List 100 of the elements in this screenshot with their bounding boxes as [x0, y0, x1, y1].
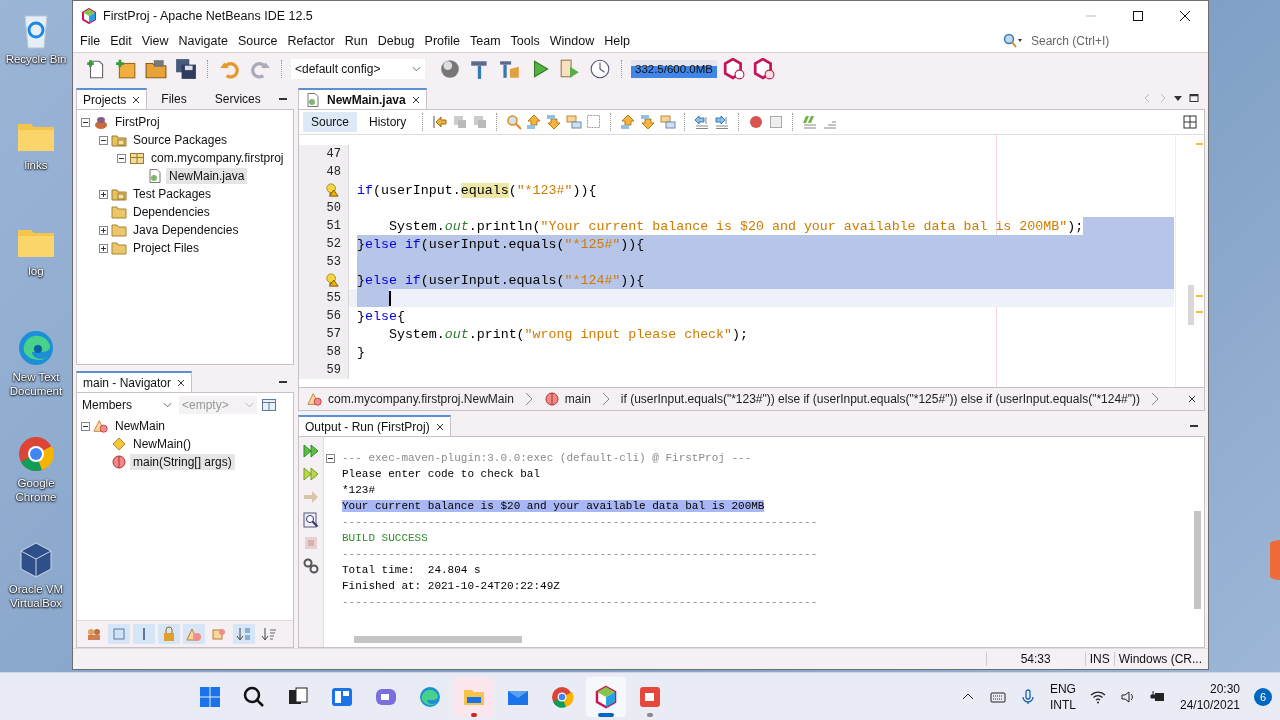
menu-item[interactable]: Profile — [423, 34, 467, 48]
tree-item[interactable]: NewMain.java — [166, 168, 248, 184]
gc-icon[interactable] — [723, 58, 745, 80]
chevron-right-icon[interactable] — [524, 392, 533, 406]
chrome-icon[interactable] — [16, 434, 56, 474]
menu-item[interactable]: Run — [343, 34, 375, 48]
new-project-icon[interactable] — [115, 58, 137, 80]
arrow-down-icon[interactable] — [546, 114, 563, 130]
tree-item[interactable]: com.mycompany.firstproj — [148, 150, 287, 166]
input-language[interactable]: ENG INTL — [1049, 680, 1076, 713]
panel-tab[interactable]: Services — [200, 88, 275, 109]
collapse-icon[interactable] — [117, 153, 126, 163]
record-icon[interactable] — [637, 684, 662, 709]
file-tab[interactable]: NewMain.java — [298, 88, 427, 109]
floppy-disk-icon[interactable] — [175, 58, 197, 80]
shapes-icon[interactable] — [566, 114, 583, 130]
menu-item[interactable]: Source — [236, 34, 285, 48]
windows-logo-icon[interactable] — [197, 684, 222, 709]
view-tab[interactable]: Source — [303, 112, 358, 132]
expand-icon[interactable] — [99, 243, 108, 253]
speaker-icon[interactable] — [1119, 688, 1136, 705]
breadcrumb[interactable]: if (userInput.equals("*123#")) else if (userInput.equals("*125#")) else if (userInput.equals("*124#")) — [620, 392, 1140, 406]
menu-item[interactable]: Team — [469, 34, 508, 48]
shift-right-icon[interactable] — [714, 114, 731, 130]
microphone-icon[interactable] — [1019, 688, 1036, 705]
view-tab[interactable]: History — [361, 112, 415, 132]
tree-item[interactable]: FirstProj — [112, 114, 163, 130]
collapse-icon[interactable] — [81, 117, 90, 127]
menu-item[interactable]: Debug — [376, 34, 422, 48]
menu-item[interactable]: Refactor — [286, 34, 342, 48]
debug-icon[interactable] — [559, 58, 581, 80]
menu-item[interactable]: Tools — [509, 34, 547, 48]
close-icon[interactable] — [177, 378, 186, 387]
caret-icon[interactable] — [163, 402, 172, 408]
record-icon[interactable] — [748, 114, 765, 130]
config-dropdown[interactable]: <default config> — [291, 59, 425, 79]
memory-meter[interactable]: 332.5/600.0MB — [631, 60, 717, 78]
panel-tab[interactable]: main - Navigator — [76, 371, 193, 392]
close-icon[interactable] — [1178, 9, 1191, 22]
arrow-up-icon[interactable] — [620, 114, 637, 130]
hammer-broom-icon[interactable] — [499, 58, 521, 80]
menu-item[interactable]: File — [79, 34, 108, 48]
tree-item[interactable]: NewMain — [112, 418, 168, 434]
edge-icon[interactable] — [16, 328, 56, 368]
arrow-up-icon[interactable] — [526, 114, 543, 130]
tree-item[interactable]: NewMain() — [130, 436, 194, 452]
layout-icon[interactable] — [261, 397, 277, 413]
comment-lines-icon[interactable] — [802, 114, 819, 130]
snapshot-icon[interactable] — [753, 58, 775, 80]
close-icon[interactable] — [411, 95, 420, 104]
lightbulb-warning-icon[interactable] — [325, 183, 339, 197]
clock[interactable]: 20:30 24/10/2021 — [1179, 680, 1240, 713]
clock-icon[interactable] — [589, 58, 611, 80]
breadcrumb[interactable]: main — [564, 392, 591, 406]
expand-icon[interactable] — [99, 225, 108, 235]
breadcrumb[interactable]: com.mycompany.firstproj.NewMain — [328, 392, 514, 406]
maximize-icon[interactable] — [1131, 9, 1144, 22]
notification-badge[interactable]: 6 — [1254, 687, 1272, 706]
menu-item[interactable]: Window — [548, 34, 602, 48]
tree-item[interactable]: Java Dependencies — [130, 222, 242, 238]
chevron-right-icon[interactable] — [1151, 392, 1159, 406]
rerun-icon[interactable] — [303, 466, 319, 482]
menu-item[interactable]: Navigate — [177, 34, 235, 48]
folder-icon[interactable] — [145, 58, 167, 80]
menu-item[interactable]: View — [140, 34, 176, 48]
split-icon[interactable] — [1182, 114, 1198, 130]
collapse-icon[interactable] — [81, 421, 90, 431]
globe-icon[interactable] — [439, 58, 461, 80]
collapse-icon[interactable] — [99, 135, 108, 145]
cube-logo-icon[interactable] — [593, 684, 618, 709]
dropdown-icon[interactable] — [1173, 93, 1183, 103]
collapse-icon[interactable] — [326, 453, 335, 463]
expand-icon[interactable] — [99, 189, 108, 199]
tree-item[interactable]: Test Packages — [130, 186, 215, 202]
panel-tab[interactable]: Files — [147, 88, 201, 109]
java-file-icon[interactable] — [305, 91, 321, 108]
stop-icon[interactable] — [768, 114, 785, 130]
tree-item[interactable]: Project Files — [130, 240, 203, 256]
search-icon[interactable] — [241, 684, 266, 709]
tree-item[interactable]: main(String[] args) — [130, 454, 235, 470]
arrow-down-icon[interactable] — [640, 114, 657, 130]
search-field[interactable]: Search (Ctrl+I) — [1029, 33, 1208, 49]
close-icon[interactable] — [1188, 395, 1196, 403]
caret-icon[interactable] — [412, 66, 421, 72]
close-icon[interactable] — [435, 422, 444, 431]
maximize-icon[interactable] — [1189, 93, 1199, 103]
rerun-icon[interactable] — [303, 443, 319, 459]
settings-icon[interactable] — [303, 558, 319, 574]
shapes-icon[interactable] — [660, 114, 677, 130]
menu-item[interactable]: Edit — [109, 34, 139, 48]
chrome-icon[interactable] — [549, 684, 574, 709]
search-icon[interactable] — [303, 512, 319, 528]
panel-tab[interactable]: Projects — [76, 88, 148, 109]
edge-icon[interactable] — [417, 684, 442, 709]
selection-icon[interactable] — [586, 114, 603, 130]
menu-item[interactable]: Help — [603, 34, 637, 48]
close-icon[interactable] — [132, 95, 141, 104]
chevron-right-icon[interactable] — [601, 392, 610, 406]
tree-item[interactable]: Source Packages — [130, 132, 231, 148]
lightbulb-warning-icon[interactable] — [325, 273, 339, 287]
